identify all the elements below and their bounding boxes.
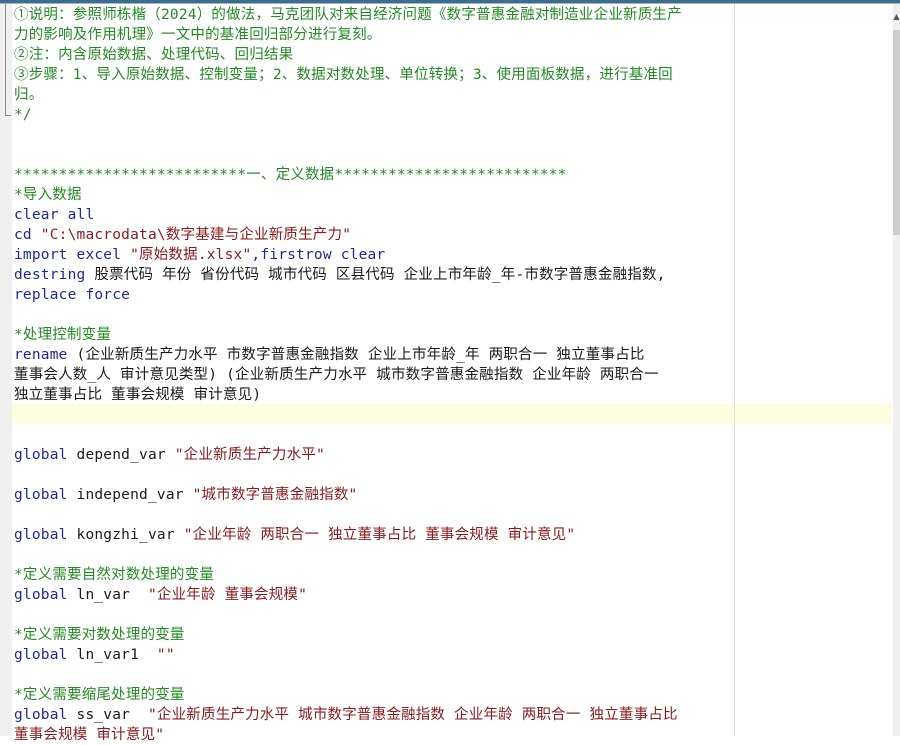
code-keyword: clear all <box>14 207 95 223</box>
code-comment: *定义需要对数处理的变量 <box>14 627 185 643</box>
code-text: 独立董事占比 董事会规模 审计意见) <box>14 387 262 403</box>
code-text: (企业新质生产力水平 市数字普惠金融指数 企业上市年龄_年 两职合一 独立董事占… <box>76 347 645 363</box>
code-keyword: destring <box>14 267 95 283</box>
code-line[interactable]: clear all <box>14 205 892 225</box>
code-text: 董事会人数_人 审计意见类型) (企业新质生产力水平 城市数字普惠金融指数 企业… <box>14 367 659 383</box>
code-text: ln_var <box>76 587 148 603</box>
fold-marker-line[interactable] <box>5 4 6 116</box>
code-line[interactable]: 董事会人数_人 审计意见类型) (企业新质生产力水平 城市数字普惠金融指数 企业… <box>14 365 892 385</box>
code-keyword: global <box>14 527 77 543</box>
code-line[interactable] <box>14 665 892 685</box>
code-keyword: cd <box>14 227 41 243</box>
code-line[interactable]: 独立董事占比 董事会规模 审计意见) <box>14 385 892 405</box>
code-line[interactable] <box>14 425 892 445</box>
code-line[interactable]: global kongzhi_var "企业年龄 两职合一 独立董事占比 董事会… <box>14 525 892 545</box>
code-keyword: global <box>14 587 77 603</box>
code-line[interactable]: *定义需要对数处理的变量 <box>14 625 892 645</box>
code-string: 董事会规模 审计意见" <box>14 727 165 743</box>
code-line[interactable]: *定义需要缩尾处理的变量 <box>14 685 892 705</box>
code-line[interactable] <box>14 545 892 565</box>
code-line[interactable]: import excel "原始数据.xlsx",firstrow clear <box>14 245 892 265</box>
code-comment: */ <box>14 107 32 123</box>
code-string: "企业年龄 两职合一 独立董事占比 董事会规模 审计意见" <box>183 527 576 543</box>
fold-marker-end <box>5 115 11 116</box>
code-line[interactable]: global ln_var "企业年龄 董事会规模" <box>14 585 892 605</box>
code-line[interactable]: replace force <box>14 285 892 305</box>
code-text: ln_var1 <box>76 647 157 663</box>
code-text: independ_var <box>76 487 193 503</box>
code-comment: *定义需要自然对数处理的变量 <box>14 567 215 583</box>
code-line[interactable]: ③步骤：1、导入原始数据、控制变量；2、数据对数处理、单位转换；3、使用面板数据… <box>14 65 892 85</box>
code-line[interactable]: cd "C:\macrodata\数字基建与企业新质生产力" <box>14 225 892 245</box>
code-line[interactable] <box>14 605 892 625</box>
code-line[interactable]: *处理控制变量 <box>14 325 892 345</box>
code-line[interactable]: *定义需要自然对数处理的变量 <box>14 565 892 585</box>
window-top-border <box>0 0 900 4</box>
code-keyword: global <box>14 707 77 723</box>
code-line[interactable]: 董事会规模 审计意见" <box>14 725 892 745</box>
code-line[interactable]: 力的影响及作用机理》一文中的基准回归部分进行复刻。 <box>14 25 892 45</box>
code-line[interactable]: global ss_var "企业新质生产力水平 城市数字普惠金融指数 企业年龄… <box>14 705 892 725</box>
code-comment: *导入数据 <box>14 187 82 203</box>
code-line[interactable]: global ln_var1 "" <box>14 645 892 665</box>
code-text: depend_var <box>76 447 175 463</box>
code-string: "企业新质生产力水平" <box>174 447 325 463</box>
code-line[interactable] <box>14 125 892 145</box>
code-text: ss_var <box>76 707 148 723</box>
code-comment: ②注：内含原始数据、处理代码、回归结果 <box>14 47 294 63</box>
code-comment: *定义需要缩尾处理的变量 <box>14 687 185 703</box>
code-line[interactable]: */ <box>14 105 892 125</box>
code-comment: 力的影响及作用机理》一文中的基准回归部分进行复刻。 <box>14 27 382 43</box>
scrollbar-thumb[interactable] <box>893 30 900 235</box>
code-line[interactable] <box>14 145 892 165</box>
code-keyword: ,firstrow clear <box>251 247 386 263</box>
code-line[interactable]: rename (企业新质生产力水平 市数字普惠金融指数 企业上市年龄_年 两职合… <box>14 345 892 365</box>
code-line[interactable] <box>14 305 892 325</box>
code-keyword: rename <box>14 347 77 363</box>
code-comment: 归。 <box>14 87 44 103</box>
code-string: "城市数字普惠金融指数" <box>192 487 358 503</box>
code-line[interactable]: global depend_var "企业新质生产力水平" <box>14 445 892 465</box>
scroll-up-arrow-icon[interactable]: ▲ <box>893 10 900 24</box>
code-string: "" <box>156 647 175 663</box>
code-text: 股票代码 年份 省份代码 城市代码 区县代码 企业上市年龄_年-市数字普惠金融指… <box>94 267 666 283</box>
code-keyword: import excel <box>14 247 131 263</box>
code-comment: **************************一、定义数据********… <box>14 167 567 183</box>
code-editor[interactable]: ①说明：参照师栋楷（2024）的做法，马克团队对来自经济问题《数字普惠金融对制造… <box>14 5 892 743</box>
code-comment: ①说明：参照师栋楷（2024）的做法，马克团队对来自经济问题《数字普惠金融对制造… <box>14 7 682 23</box>
code-line[interactable]: ②注：内含原始数据、处理代码、回归结果 <box>14 45 892 65</box>
code-line[interactable] <box>14 505 892 525</box>
code-keyword: replace force <box>14 287 131 303</box>
code-line[interactable]: global independ_var "城市数字普惠金融指数" <box>14 485 892 505</box>
code-string: "C:\macrodata\数字基建与企业新质生产力" <box>40 227 352 243</box>
code-comment: ③步骤：1、导入原始数据、控制变量；2、数据对数处理、单位转换；3、使用面板数据… <box>14 67 673 83</box>
code-text: kongzhi_var <box>76 527 184 543</box>
code-string: "企业年龄 董事会规模" <box>147 587 308 603</box>
code-line[interactable]: ①说明：参照师栋楷（2024）的做法，马克团队对来自经济问题《数字普惠金融对制造… <box>14 5 892 25</box>
code-line[interactable]: *导入数据 <box>14 185 892 205</box>
code-line[interactable]: 归。 <box>14 85 892 105</box>
code-keyword: global <box>14 487 77 503</box>
code-keyword: global <box>14 647 77 663</box>
code-string: "企业新质生产力水平 城市数字普惠金融指数 企业年龄 两职合一 独立董事占比 <box>147 707 678 723</box>
code-line[interactable]: **************************一、定义数据********… <box>14 165 892 185</box>
code-keyword: global <box>14 447 77 463</box>
code-string: "原始数据.xlsx" <box>130 247 252 263</box>
code-line[interactable] <box>14 405 892 425</box>
code-line[interactable] <box>14 465 892 485</box>
editor-gutter <box>0 4 12 736</box>
code-line[interactable]: destring 股票代码 年份 省份代码 城市代码 区县代码 企业上市年龄_年… <box>14 265 892 285</box>
code-comment: *处理控制变量 <box>14 327 112 343</box>
